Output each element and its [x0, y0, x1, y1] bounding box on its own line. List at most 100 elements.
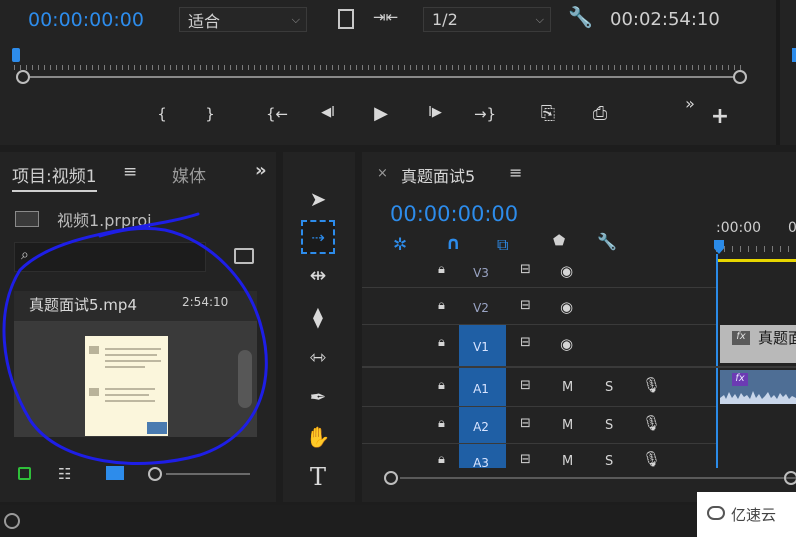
lock-icon[interactable]: 🔒︎ — [438, 452, 445, 467]
slip-tool-icon[interactable]: ⇿ — [301, 340, 335, 374]
timeline-settings-wrench-icon[interactable]: 🔧 — [597, 232, 617, 251]
track-a2-label[interactable]: A2 — [470, 420, 492, 434]
panel-overflow-button[interactable]: » — [255, 160, 267, 181]
duration-timecode: 00:02:54:10 — [610, 9, 720, 30]
video-clip-title: 真题面 — [758, 329, 796, 347]
sync-lock-icon[interactable]: ⊟ — [520, 298, 531, 313]
go-to-in-button[interactable]: {← — [262, 105, 292, 123]
fit-select-value: 适合 — [188, 11, 221, 31]
chevron-down-icon: ⌵ — [535, 12, 544, 26]
track-a1-label[interactable]: A1 — [470, 382, 492, 396]
ripple-edit-tool-icon[interactable]: ⇹ — [301, 258, 335, 292]
eye-icon[interactable]: ◉ — [560, 335, 573, 353]
hand-tool-icon[interactable]: ✋ — [301, 420, 335, 454]
timeline-scroll-handle-right[interactable] — [784, 471, 796, 485]
fit-select[interactable]: 适合 ⌵ — [179, 7, 307, 32]
close-sequence-icon[interactable]: × — [377, 166, 388, 181]
nest-snap-icon[interactable]: ✲ — [393, 235, 407, 255]
zoom-handle-right[interactable] — [733, 70, 747, 84]
zoom-bar[interactable] — [22, 76, 740, 78]
video-clip[interactable]: fx 真题面 — [720, 325, 796, 363]
work-area-bar[interactable] — [716, 259, 796, 262]
timeline-scrollbar[interactable] — [400, 477, 796, 479]
program-monitor: 00:00:00:00 适合 ⌵ ⇥⇤ 1/2 ⌵ 🔧 00:02:54:10 … — [0, 0, 776, 145]
type-tool-icon[interactable]: T — [301, 460, 335, 494]
lock-icon[interactable]: 🔒︎ — [438, 262, 445, 277]
watermark: 亿速云 — [697, 492, 796, 537]
extract-button[interactable]: ⎙ — [585, 103, 615, 124]
mute-button[interactable]: M — [562, 380, 573, 395]
annotation-scribble — [2, 212, 268, 465]
sync-lock-icon[interactable]: ⊟ — [520, 452, 531, 467]
more-controls-button[interactable]: » — [680, 94, 700, 113]
play-button[interactable]: ▶ — [368, 103, 394, 124]
ruler-time-label: :00:00 — [716, 220, 762, 236]
microphone-icon[interactable]: 🎙︎ — [642, 414, 661, 432]
sync-lock-icon[interactable]: ⊟ — [520, 262, 531, 277]
track-select-tool-icon[interactable]: ⇢ — [301, 220, 335, 254]
sync-lock-icon[interactable]: ⊟ — [520, 335, 531, 350]
adjacent-panel-edge — [776, 0, 796, 145]
lock-icon[interactable]: 🔒︎ — [438, 298, 445, 313]
snap-magnet-icon[interactable]: ∩ — [446, 233, 461, 254]
fx-badge: fx — [732, 331, 750, 345]
lift-button[interactable]: ⎘ — [533, 103, 563, 124]
lock-icon[interactable]: 🔒︎ — [438, 416, 445, 431]
watermark-text: 亿速云 — [731, 506, 777, 524]
resolution-select-value: 1/2 — [432, 10, 458, 29]
step-back-button[interactable]: ◀I — [313, 105, 343, 120]
track-v1-label[interactable]: V1 — [470, 340, 492, 354]
step-forward-button[interactable]: I▶ — [420, 105, 450, 120]
zoom-handle-left[interactable] — [16, 70, 30, 84]
track-a3-label[interactable]: A3 — [470, 456, 492, 468]
status-bar — [0, 505, 796, 537]
resolution-select[interactable]: 1/2 ⌵ — [423, 7, 551, 32]
lock-icon[interactable]: 🔒︎ — [438, 335, 445, 350]
mute-button[interactable]: M — [562, 454, 573, 468]
sync-lock-icon[interactable]: ⊟ — [520, 378, 531, 393]
mute-button[interactable]: M — [562, 418, 573, 433]
razor-tool-icon[interactable]: ⧫ — [301, 300, 335, 334]
audio-waveform — [720, 391, 796, 404]
selection-tool-icon[interactable]: ➤ — [301, 182, 335, 216]
mark-out-button[interactable]: } — [200, 105, 220, 123]
watermark-logo-icon — [707, 506, 725, 520]
creative-cloud-icon[interactable] — [4, 513, 20, 529]
pen-tool-icon[interactable]: ✒ — [301, 380, 335, 414]
tab-media-browser[interactable]: 媒体 — [172, 162, 218, 187]
adjacent-playhead — [792, 48, 796, 62]
linked-selection-icon[interactable]: ⧉ — [497, 235, 508, 255]
audio-clip[interactable]: fx — [720, 370, 796, 404]
tab-project[interactable]: 项目:视频1 — [12, 162, 97, 192]
timeline-timecode[interactable]: 00:00:00:00 — [390, 202, 518, 226]
eye-icon[interactable]: ◉ — [560, 262, 573, 280]
timeline-scroll-handle-left[interactable] — [384, 471, 398, 485]
monitor-playhead[interactable] — [12, 48, 20, 62]
add-marker-icon[interactable]: ⬟ — [553, 233, 565, 249]
sync-lock-icon[interactable]: ⊟ — [520, 416, 531, 431]
chevron-down-icon: ⌵ — [291, 12, 300, 26]
solo-button[interactable]: S — [605, 454, 613, 468]
eye-icon[interactable]: ◉ — [560, 298, 573, 316]
timeline-ruler[interactable] — [716, 246, 796, 252]
playhead-timecode[interactable]: 00:00:00:00 — [28, 9, 144, 31]
insert-icon[interactable]: ⇥⇤ — [373, 8, 398, 26]
track-v3-label[interactable]: V3 — [470, 266, 492, 280]
wrench-icon[interactable]: 🔧 — [568, 5, 593, 29]
monitor-ruler[interactable] — [14, 58, 746, 70]
microphone-icon[interactable]: 🎙︎ — [642, 376, 661, 394]
solo-button[interactable]: S — [605, 380, 613, 395]
lock-icon[interactable]: 🔒︎ — [438, 378, 445, 393]
go-to-out-button[interactable]: →} — [470, 105, 500, 123]
sequence-tab[interactable]: 真题面试5 — [401, 163, 475, 187]
tools-panel: ➤ ⇢ ⇹ ⧫ ⇿ ✒ ✋ T — [283, 152, 355, 502]
solo-button[interactable]: S — [605, 418, 613, 433]
button-editor-add[interactable]: + — [708, 104, 732, 129]
sequence-menu-icon[interactable]: ≡ — [509, 163, 522, 182]
project-menu-icon[interactable]: ≡ — [123, 162, 137, 182]
mark-in-button[interactable]: { — [152, 105, 172, 123]
microphone-icon[interactable]: 🎙︎ — [642, 450, 661, 468]
track-v2-label[interactable]: V2 — [470, 301, 492, 315]
track-a3-row: 🔒︎ A3 ⊟ M S 🎙︎ — [362, 444, 796, 468]
safe-margins-icon[interactable] — [338, 9, 354, 29]
